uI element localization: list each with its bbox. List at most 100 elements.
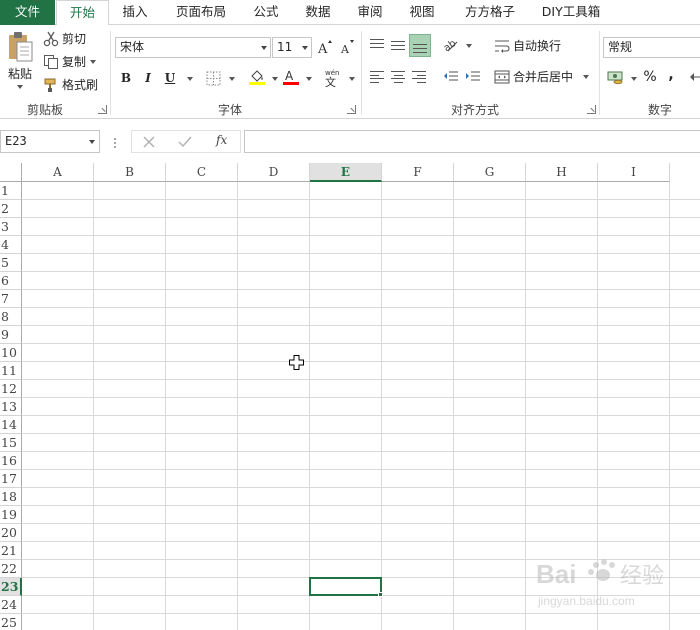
row-header-15[interactable]: 15 [0,434,22,452]
row-header-2[interactable]: 2 [0,200,22,218]
borders-button[interactable] [203,68,223,88]
column-header-f[interactable]: F [382,163,454,182]
column-header-h[interactable]: H [526,163,598,182]
chevron-down-icon[interactable] [90,59,97,64]
column-header-b[interactable]: B [94,163,166,182]
row-header-24[interactable]: 24 [0,596,22,614]
gridline-horizontal [22,397,700,398]
confirm-entry-icon[interactable] [178,136,192,148]
row-header-12[interactable]: 12 [0,380,22,398]
format-painter-button[interactable]: 格式刷 [43,76,98,93]
chevron-down-icon[interactable] [17,85,23,89]
row-header-16[interactable]: 16 [0,452,22,470]
column-header-g[interactable]: G [454,163,526,182]
accounting-format-button[interactable] [606,67,626,87]
row-header-3[interactable]: 3 [0,218,22,236]
font-size-combo[interactable]: 11 [272,37,312,58]
row-header-4[interactable]: 4 [0,236,22,254]
orientation-button[interactable]: ab [441,35,461,55]
italic-button[interactable]: I [138,68,158,88]
chevron-down-icon[interactable] [631,77,637,81]
phonetic-guide-button[interactable]: wén 文 [322,67,342,87]
name-box[interactable]: E23 [0,130,100,153]
row-header-1[interactable]: 1 [0,182,22,200]
column-header-e[interactable]: E [310,163,382,182]
row-header-6[interactable]: 6 [0,272,22,290]
align-top-button[interactable] [367,35,387,55]
tab-fangfang[interactable]: 方方格子 [455,0,525,25]
column-header-i[interactable]: I [598,163,670,182]
font-name-combo[interactable]: 宋体 [115,37,271,58]
number-format-combo[interactable]: 常规 [603,37,700,58]
bold-button[interactable]: B [116,68,136,88]
cancel-entry-icon[interactable] [143,136,155,148]
font-color-button[interactable]: A [281,67,301,87]
chevron-down-icon[interactable] [272,77,278,81]
row-header-14[interactable]: 14 [0,416,22,434]
column-header-c[interactable]: C [166,163,238,182]
comma-button[interactable]: , [661,65,681,85]
select-all-corner[interactable] [0,163,22,182]
tab-file[interactable]: 文件 [0,0,55,25]
row-header-25[interactable]: 25 [0,614,22,630]
insert-function-button[interactable]: fx [216,133,227,147]
row-header-20[interactable]: 20 [0,524,22,542]
row-header-8[interactable]: 8 [0,308,22,326]
percent-button[interactable]: % [640,67,660,87]
formula-input[interactable] [244,130,700,153]
align-bottom-button[interactable] [409,34,431,57]
row-header-11[interactable]: 11 [0,362,22,380]
increase-font-button[interactable]: A [315,37,335,57]
increase-decimal-button[interactable] [686,67,700,87]
tab-view[interactable]: 视图 [400,0,444,25]
row-header-21[interactable]: 21 [0,542,22,560]
align-middle-button[interactable] [388,35,408,55]
align-left-button[interactable] [367,67,387,87]
chevron-down-icon[interactable] [229,77,235,81]
clipboard-launcher-icon[interactable] [98,105,107,114]
tab-home[interactable]: 开始 [56,0,109,26]
tab-review[interactable]: 审阅 [348,0,392,25]
paste-icon [9,32,33,62]
chevron-down-icon[interactable] [306,77,312,81]
splitter-dots-icon[interactable] [112,136,118,150]
chevron-down-icon[interactable] [349,77,355,81]
row-header-17[interactable]: 17 [0,470,22,488]
alignment-launcher-icon[interactable] [587,105,596,114]
column-header-a[interactable]: A [22,163,94,182]
decrease-font-button[interactable]: A [337,37,357,57]
wrap-text-button[interactable]: 自动换行 [494,37,561,54]
row-header-13[interactable]: 13 [0,398,22,416]
font-launcher-icon[interactable] [347,105,356,114]
row-header-9[interactable]: 9 [0,326,22,344]
chevron-down-icon[interactable] [187,77,193,81]
cut-button[interactable]: 剪切 [43,30,86,47]
row-header-23[interactable]: 23 [0,578,22,596]
decrease-indent-button[interactable] [441,67,461,87]
merge-center-button[interactable]: 合并后居中 [494,68,590,85]
selected-cell-e23[interactable] [309,577,382,596]
row-header-19[interactable]: 19 [0,506,22,524]
chevron-down-icon[interactable] [466,44,472,48]
row-header-7[interactable]: 7 [0,290,22,308]
row-header-22[interactable]: 22 [0,560,22,578]
tab-insert[interactable]: 插入 [112,0,158,25]
tab-diy-toolbox[interactable]: DIY工具箱 [534,0,608,25]
align-right-button[interactable] [409,67,429,87]
align-center-button[interactable] [388,67,408,87]
row-header-18[interactable]: 18 [0,488,22,506]
tab-page-layout[interactable]: 页面布局 [164,0,238,25]
tab-data[interactable]: 数据 [296,0,340,25]
paste-button[interactable]: 粘贴 [4,31,36,97]
fill-handle[interactable] [378,592,383,597]
column-header-d[interactable]: D [238,163,310,182]
gridline-horizontal [22,325,700,326]
tab-formulas[interactable]: 公式 [244,0,288,25]
increase-indent-button[interactable] [463,67,483,87]
copy-button[interactable]: 复制 [43,53,97,70]
fill-color-button[interactable] [247,67,267,87]
underline-button[interactable]: U [160,68,180,88]
row-header-10[interactable]: 10 [0,344,22,362]
row-header-5[interactable]: 5 [0,254,22,272]
chevron-down-icon[interactable] [583,74,590,79]
